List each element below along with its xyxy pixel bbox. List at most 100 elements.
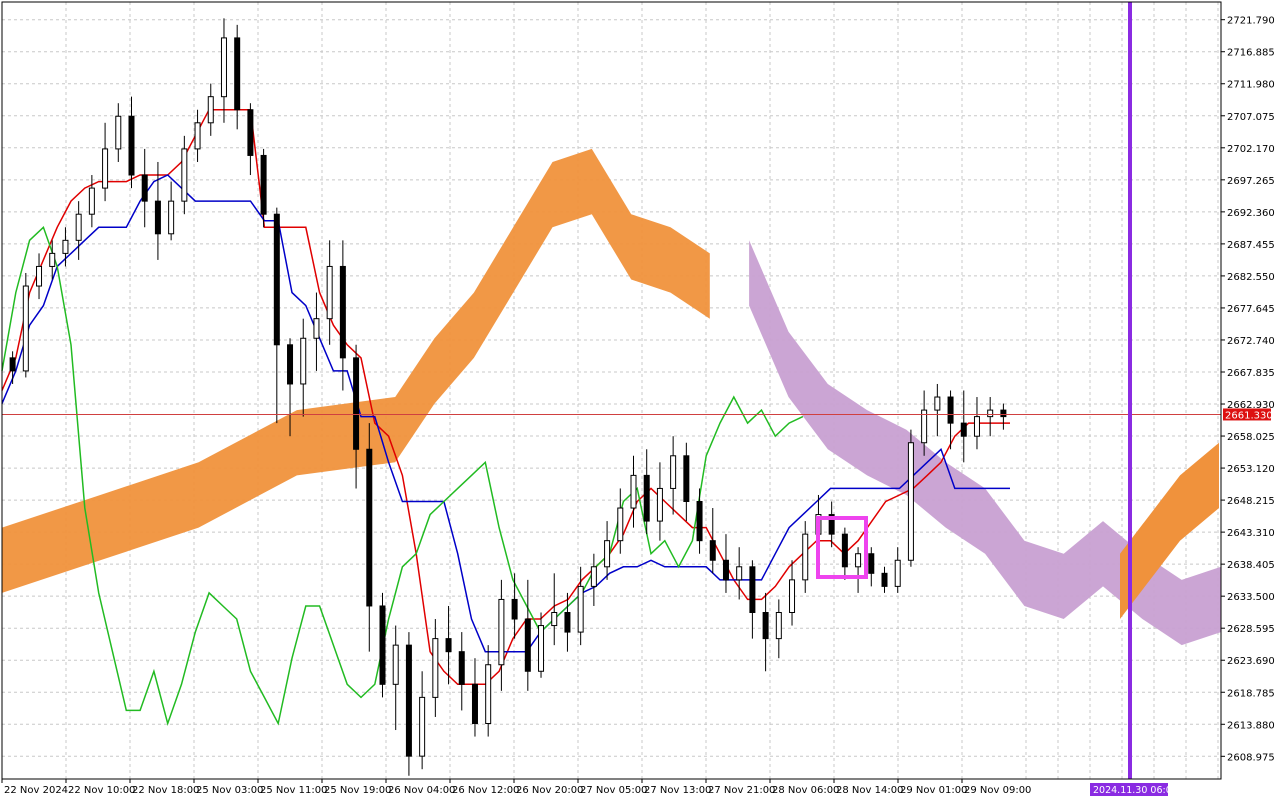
- y-tick-label: 2608.975: [1227, 752, 1275, 763]
- candle-body: [485, 664, 492, 724]
- y-tick-label: 2633.500: [1227, 592, 1275, 603]
- candle-body: [273, 213, 280, 346]
- candle-body: [405, 644, 412, 757]
- y-tick-label: 2721.790: [1227, 16, 1275, 27]
- x-tick-label: 28 Nov 06:00: [772, 785, 839, 796]
- x-tick-label: 22 Nov 18:00: [132, 785, 199, 796]
- y-tick-label: 2677.645: [1227, 304, 1275, 315]
- candle-body: [75, 213, 82, 241]
- x-tick-label: 22 Nov 2024: [4, 785, 68, 796]
- candle-body: [921, 409, 928, 444]
- candle-body: [987, 409, 994, 418]
- x-tick-label: 27 Nov 05:00: [580, 785, 647, 796]
- x-tick-label: 25 Nov 11:00: [260, 785, 327, 796]
- x-tick-label: 26 Nov 12:00: [452, 785, 519, 796]
- candle-body: [220, 37, 227, 98]
- x-tick-label: 27 Nov 21:00: [708, 785, 775, 796]
- candle-body: [947, 396, 954, 424]
- y-tick-label: 2638.405: [1227, 560, 1275, 571]
- candle-body: [88, 187, 95, 215]
- candle-body: [868, 553, 875, 574]
- x-tick-label: 26 Nov 20:00: [516, 785, 583, 796]
- candle-body: [168, 200, 175, 235]
- candle-body: [709, 540, 716, 561]
- y-tick-label: 2667.835: [1227, 368, 1275, 379]
- candle-body: [736, 566, 743, 581]
- y-tick-label: 2653.120: [1227, 464, 1275, 475]
- x-tick-label: 25 Nov 03:00: [196, 785, 263, 796]
- candle-body: [934, 396, 941, 411]
- candle-body: [471, 683, 478, 725]
- candle-body: [656, 487, 663, 522]
- candle-body: [696, 501, 703, 542]
- candle-body: [49, 252, 56, 267]
- candle-body: [419, 696, 426, 757]
- candle-body: [630, 474, 637, 509]
- candle: [907, 429, 914, 567]
- y-tick-label: 2707.075: [1227, 112, 1275, 123]
- candle-body: [973, 416, 980, 437]
- y-tick-label: 2682.550: [1227, 272, 1275, 283]
- candle-body: [326, 265, 333, 320]
- candle-body: [775, 612, 782, 640]
- candle-body: [894, 559, 901, 587]
- y-tick-label: 2662.930: [1227, 400, 1275, 411]
- chart-root: 2661.330 2024.11.30 06:00 2721.790 2716.88…: [0, 0, 1280, 800]
- candle-body: [247, 109, 254, 156]
- candle-body: [564, 612, 571, 633]
- candle-body: [577, 585, 584, 633]
- x-tick-label: 27 Nov 13:00: [644, 785, 711, 796]
- y-tick-label: 2613.880: [1227, 720, 1275, 731]
- candle-body: [181, 148, 188, 202]
- candle-body: [498, 598, 505, 666]
- y-tick-label: 2692.360: [1227, 208, 1275, 219]
- candle-body: [643, 474, 650, 522]
- candle-body: [313, 318, 320, 339]
- candle-body: [432, 638, 439, 698]
- candle-body: [300, 337, 307, 385]
- candlestick-chart[interactable]: 2661.330 2024.11.30 06:00 2721.790 2716.88…: [0, 0, 1280, 800]
- x-tick-label: 22 Nov 10:00: [68, 785, 135, 796]
- candle: [405, 632, 412, 776]
- candle-body: [392, 644, 399, 685]
- y-tick-label: 2618.785: [1227, 688, 1275, 699]
- candle-body: [604, 540, 611, 568]
- y-tick-label: 2648.215: [1227, 496, 1275, 507]
- candle-body: [102, 148, 109, 189]
- y-tick-label: 2628.595: [1227, 624, 1275, 635]
- time-marker-label: 2024.11.30 06:00: [1093, 785, 1178, 796]
- candle-body: [855, 553, 862, 568]
- candle-body: [379, 605, 386, 685]
- candle-body: [154, 200, 161, 235]
- candle-body: [749, 566, 756, 614]
- y-tick-label: 2658.025: [1227, 432, 1275, 443]
- candle-body: [207, 96, 214, 124]
- candle-body: [115, 115, 122, 150]
- candle-body: [722, 559, 729, 581]
- y-tick-label: 2672.740: [1227, 336, 1275, 347]
- y-tick-label: 2687.455: [1227, 240, 1275, 251]
- candle-body: [62, 239, 69, 254]
- candle-body: [141, 174, 148, 202]
- candle-body: [36, 265, 43, 287]
- y-tick-label: 2711.980: [1227, 80, 1275, 91]
- candle-body: [366, 448, 373, 607]
- candle-body: [1000, 409, 1007, 418]
- y-tick-label: 2716.885: [1227, 48, 1275, 59]
- candle-body: [22, 285, 29, 372]
- candle-body: [511, 598, 518, 620]
- candle-body: [458, 651, 465, 685]
- candle-body: [670, 455, 677, 489]
- candle-body: [683, 455, 690, 503]
- candle-body: [234, 37, 241, 111]
- x-tick-label: 29 Nov 09:00: [964, 785, 1031, 796]
- candle: [22, 272, 29, 378]
- candle-body: [353, 357, 360, 450]
- candle-body: [9, 357, 16, 372]
- x-tick-label: 26 Nov 04:00: [388, 785, 455, 796]
- x-tick-label: 28 Nov 14:00: [836, 785, 903, 796]
- candle-body: [445, 638, 452, 653]
- y-tick-label: 2623.690: [1227, 656, 1275, 667]
- candle-body: [907, 442, 914, 561]
- y-tick-label: 2702.170: [1227, 144, 1275, 155]
